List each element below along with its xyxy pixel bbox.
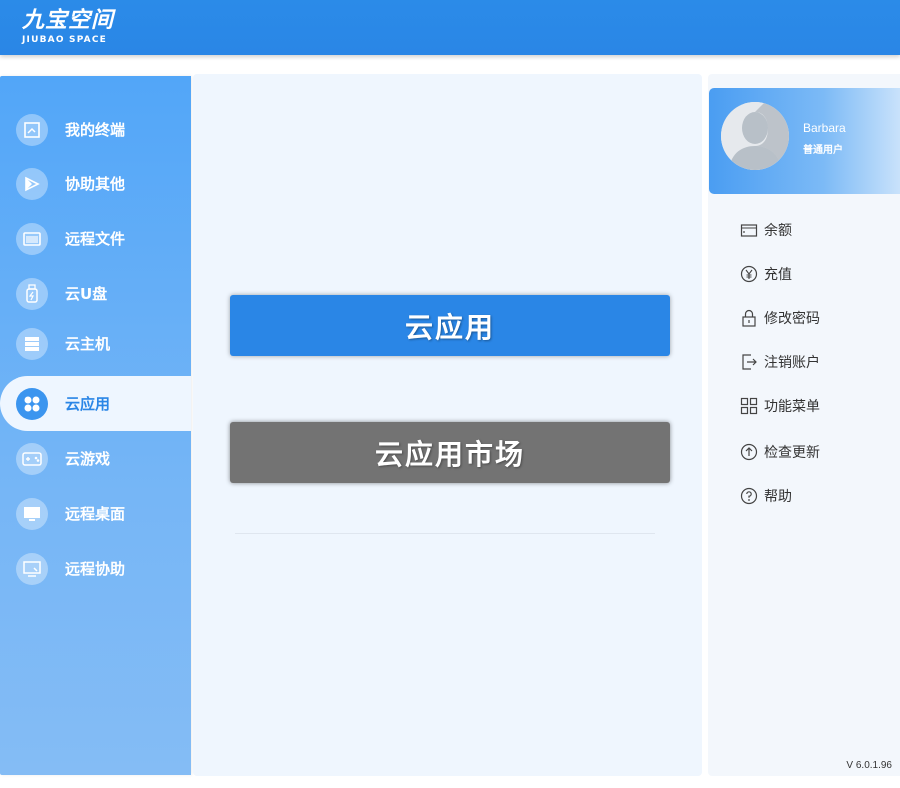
username: Barbara [803, 121, 846, 135]
update-icon [740, 443, 758, 461]
sidebar-item-my-terminal[interactable]: 我的终端 [0, 102, 191, 157]
menu-item-recharge[interactable]: 充值 [740, 263, 792, 285]
assist-icon [16, 167, 48, 200]
divider [235, 533, 655, 534]
logo-chinese: 九宝空间 [22, 8, 115, 33]
menu-item-label: 功能菜单 [764, 399, 820, 415]
folder-icon [16, 222, 48, 255]
sidebar-item-label: 云应用 [65, 395, 111, 413]
terminal-icon [16, 113, 48, 146]
menu-item-logout[interactable]: 注销账户 [740, 351, 820, 373]
menu-item-label: 余额 [764, 223, 792, 239]
sidebar-item-assist-others[interactable]: 协助其他 [0, 156, 191, 211]
app-logo: 九宝空间 JIUBAO SPACE [22, 8, 114, 46]
server-icon [16, 327, 48, 360]
menu-item-label: 充值 [764, 267, 792, 283]
apps-icon [16, 387, 48, 420]
menu-item-label: 修改密码 [764, 311, 820, 327]
sidebar-item-label: 远程桌面 [65, 505, 126, 523]
avatar[interactable] [721, 102, 789, 170]
menu-item-label: 检查更新 [764, 445, 820, 461]
sidebar-item-label: 我的终端 [65, 121, 126, 139]
sidebar-item-label: 云主机 [65, 335, 111, 353]
profile-card: Barbara 普通用户 [709, 88, 900, 194]
user-panel: Barbara 普通用户 余额 充值 修改密码 注销账户 功能菜单 检查更新 帮… [708, 74, 900, 776]
sidebar-item-label: 远程协助 [65, 560, 126, 578]
usb-drive-icon [16, 277, 48, 310]
cloud-app-market-button[interactable]: 云应用市场 [230, 422, 670, 483]
grid-menu-icon [740, 397, 758, 415]
user-type: 普通用户 [803, 145, 843, 156]
user-silhouette-icon [721, 102, 789, 170]
main-panel: 云应用 云应用市场 [193, 74, 702, 776]
menu-item-balance[interactable]: 余额 [740, 219, 792, 241]
sidebar-item-remote-files[interactable]: 远程文件 [0, 211, 191, 266]
sidebar-item-cloud-games[interactable]: 云游戏 [0, 431, 191, 486]
menu-item-check-update[interactable]: 检查更新 [740, 441, 820, 463]
menu-item-change-password[interactable]: 修改密码 [740, 307, 820, 329]
lock-icon [740, 309, 758, 327]
menu-item-label: 注销账户 [764, 355, 820, 371]
sidebar-item-cloud-apps[interactable]: 云应用 [0, 376, 191, 431]
sidebar-item-label: 协助其他 [65, 175, 126, 193]
help-icon [740, 487, 758, 505]
menu-item-label: 帮助 [764, 489, 792, 505]
menu-item-function-menu[interactable]: 功能菜单 [740, 395, 820, 417]
desktop-icon [16, 497, 48, 530]
sidebar-item-label: 云U盘 [65, 285, 108, 303]
sidebar-item-remote-desktop[interactable]: 远程桌面 [0, 486, 191, 541]
cloud-app-button[interactable]: 云应用 [230, 295, 670, 356]
sidebar-item-cloud-host[interactable]: 云主机 [0, 316, 191, 371]
sidebar: 我的终端 协助其他 远程文件 云U盘 云主机 云应用 云游戏 远程桌面 远程协助 [0, 76, 191, 775]
menu-item-help[interactable]: 帮助 [740, 485, 792, 507]
remote-assist-icon [16, 552, 48, 585]
logo-english: JIUBAO SPACE [22, 35, 107, 45]
wallet-icon [740, 221, 758, 239]
version-label: V 6.0.1.96 [846, 760, 892, 771]
sidebar-item-label: 云游戏 [65, 450, 111, 468]
gamepad-icon [16, 442, 48, 475]
logout-icon [740, 353, 758, 371]
app-header: 九宝空间 JIUBAO SPACE [0, 0, 900, 55]
sidebar-item-remote-assist[interactable]: 远程协助 [0, 541, 191, 596]
yen-icon [740, 265, 758, 283]
sidebar-item-label: 远程文件 [65, 230, 126, 248]
sidebar-item-cloud-usb[interactable]: 云U盘 [0, 266, 191, 321]
